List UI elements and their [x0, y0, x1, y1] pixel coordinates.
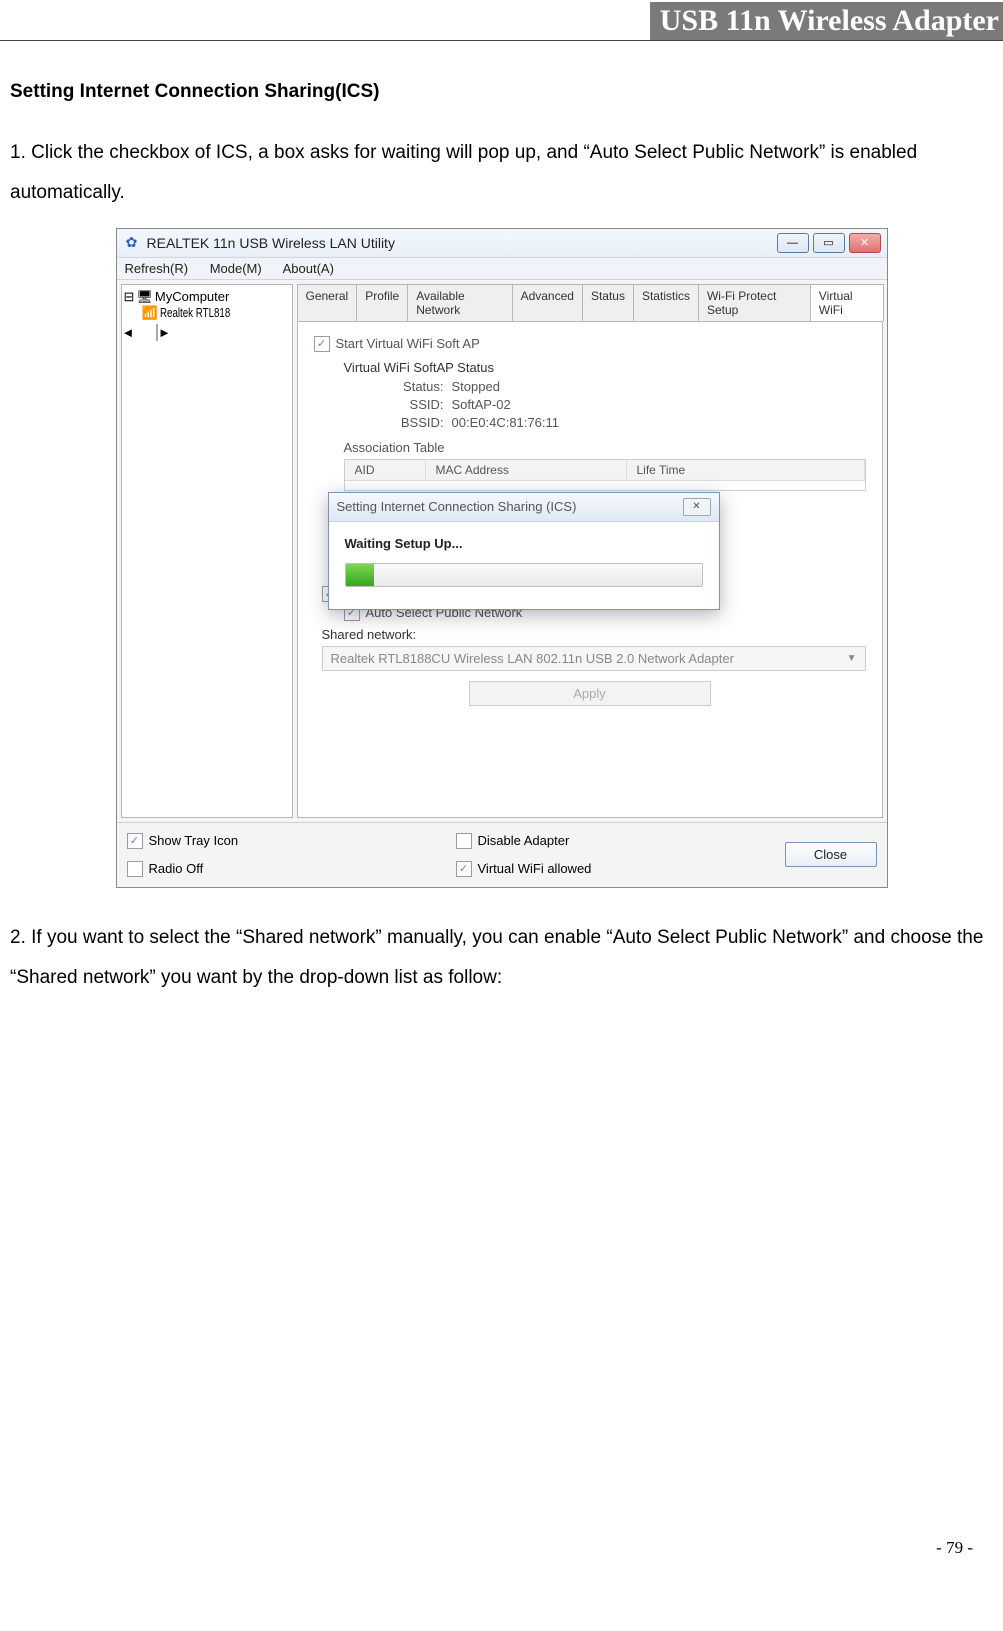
ssid-value: SoftAP-02: [452, 397, 511, 412]
progress-bar: [345, 563, 703, 587]
close-button[interactable]: ✕: [849, 233, 881, 253]
menu-about[interactable]: About(A): [283, 261, 334, 276]
virtual-allowed-label: Virtual WiFi allowed: [478, 861, 592, 876]
bssid-label: BSSID:: [384, 415, 444, 430]
association-table-group: Association Table AID MAC Address Life T…: [344, 440, 866, 491]
tab-available-network[interactable]: Available Network: [407, 284, 512, 321]
show-tray-label: Show Tray Icon: [149, 833, 239, 848]
tree-root-label: MyComputer: [155, 289, 229, 304]
radio-off-label: Radio Off: [149, 861, 204, 876]
tab-general[interactable]: General: [297, 284, 358, 321]
bssid-value: 00:E0:4C:81:76:11: [452, 415, 559, 430]
adapter-icon: 📶: [142, 305, 158, 321]
window-title: REALTEK 11n USB Wireless LAN Utility: [147, 235, 777, 251]
apply-button[interactable]: Apply: [469, 681, 711, 706]
device-tree-panel: ⊟ 🖥 MyComputer 📶 Realtek RTL818 ◄ ►: [121, 284, 293, 818]
radio-off-checkbox[interactable]: [127, 861, 143, 877]
disable-adapter-checkbox[interactable]: [456, 833, 472, 849]
col-lifetime: Life Time: [627, 460, 865, 480]
shared-network-label: Shared network:: [322, 627, 866, 642]
col-aid: AID: [345, 460, 426, 480]
chevron-down-icon: ▼: [847, 653, 857, 664]
tree-minus-icon: ⊟: [124, 289, 135, 305]
virtual-allowed-checkbox[interactable]: ✓: [456, 861, 472, 877]
tree-root[interactable]: ⊟ 🖥 MyComputer: [124, 289, 290, 305]
tab-wifi-protect[interactable]: Wi-Fi Protect Setup: [698, 284, 811, 321]
screenshot-window: ✿ REALTEK 11n USB Wireless LAN Utility ―…: [116, 228, 888, 888]
tree-child-label: Realtek RTL818: [160, 305, 230, 320]
doc-header: USB 11n Wireless Adapter: [0, 0, 1003, 41]
start-ap-checkbox[interactable]: ✓: [314, 336, 330, 352]
scroll-right-icon[interactable]: ►: [158, 325, 171, 340]
minimize-button[interactable]: ―: [777, 233, 809, 253]
page-number: - 79 -: [0, 1538, 1003, 1558]
menu-refresh[interactable]: Refresh(R): [125, 261, 189, 276]
tab-profile[interactable]: Profile: [356, 284, 408, 321]
dialog-close-button[interactable]: ✕: [683, 498, 711, 516]
disable-adapter-label: Disable Adapter: [478, 833, 570, 848]
menubar: Refresh(R) Mode(M) About(A): [117, 258, 887, 280]
window-titlebar: ✿ REALTEK 11n USB Wireless LAN Utility ―…: [117, 229, 887, 258]
ics-dialog: Setting Internet Connection Sharing (ICS…: [328, 492, 720, 610]
scroll-left-icon[interactable]: ◄: [122, 325, 135, 340]
start-ap-label: Start Virtual WiFi Soft AP: [336, 336, 480, 351]
softap-status-title: Virtual WiFi SoftAP Status: [344, 360, 866, 375]
menu-mode[interactable]: Mode(M): [210, 261, 262, 276]
dialog-title: Setting Internet Connection Sharing (ICS…: [337, 499, 577, 514]
status-label: Status:: [384, 379, 444, 394]
paragraph-1: 1. Click the checkbox of ICS, a box asks…: [10, 133, 993, 213]
softap-status-group: Virtual WiFi SoftAP Status Status: Stopp…: [344, 360, 866, 430]
col-mac: MAC Address: [426, 460, 627, 480]
progress-fill: [346, 564, 374, 586]
tab-status[interactable]: Status: [582, 284, 634, 321]
close-app-button[interactable]: Close: [785, 842, 877, 867]
show-tray-checkbox[interactable]: ✓: [127, 833, 143, 849]
shared-network-dropdown[interactable]: Realtek RTL8188CU Wireless LAN 802.11n U…: [322, 646, 866, 671]
dialog-message: Waiting Setup Up...: [345, 536, 703, 551]
tree-child[interactable]: 📶 Realtek RTL818: [142, 305, 290, 321]
tab-statistics[interactable]: Statistics: [633, 284, 699, 321]
section-heading: Setting Internet Connection Sharing(ICS): [10, 81, 993, 103]
product-name: USB 11n Wireless Adapter: [650, 2, 1003, 40]
paragraph-2: 2. If you want to select the “Shared net…: [10, 918, 993, 998]
maximize-button[interactable]: ▭: [813, 233, 845, 253]
shared-network-value: Realtek RTL8188CU Wireless LAN 802.11n U…: [331, 651, 734, 666]
app-icon: ✿: [123, 234, 141, 252]
tab-content: ✓ Start Virtual WiFi Soft AP Virtual WiF…: [297, 321, 883, 818]
tab-strip: General Profile Available Network Advanc…: [297, 284, 883, 321]
status-value: Stopped: [452, 379, 500, 394]
association-table: AID MAC Address Life Time: [344, 459, 866, 491]
bottom-bar: ✓ Show Tray Icon Radio Off Disable Adapt…: [117, 822, 887, 887]
tab-advanced[interactable]: Advanced: [512, 284, 583, 321]
tab-virtual-wifi[interactable]: Virtual WiFi: [810, 284, 884, 321]
tree-scrollbar[interactable]: ◄ ►: [122, 325, 292, 340]
computer-icon: 🖥: [136, 289, 153, 305]
ssid-label: SSID:: [384, 397, 444, 412]
association-title: Association Table: [344, 440, 866, 455]
